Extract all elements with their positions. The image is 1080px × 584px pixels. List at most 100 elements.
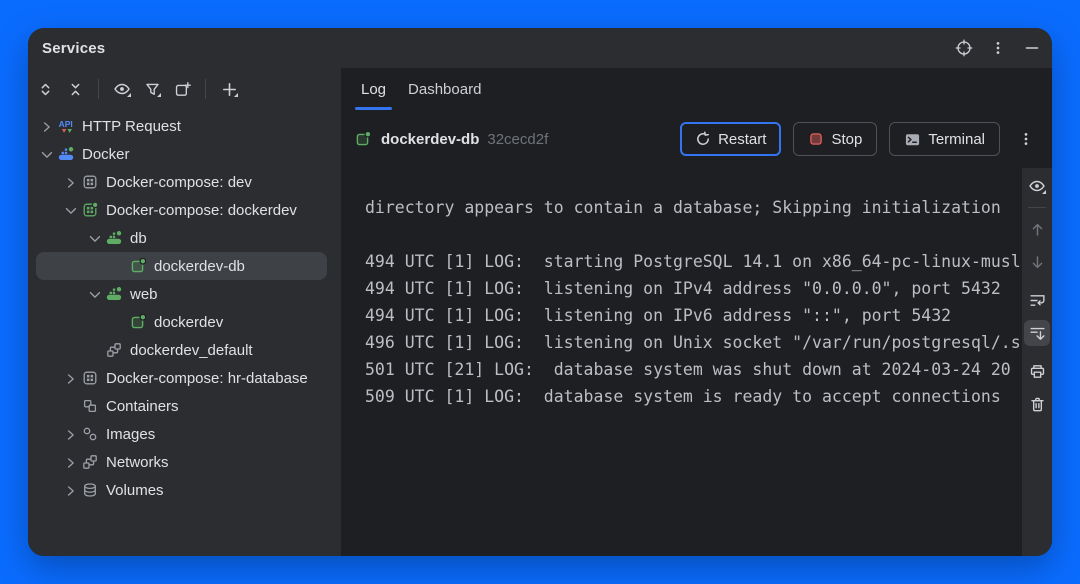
services-panel: API HTTP Request Docker Docker-compose: dev… xyxy=(28,68,341,556)
console-toolbar xyxy=(1022,168,1052,556)
tree-item-networks[interactable]: Networks xyxy=(36,448,327,476)
services-tree[interactable]: API HTTP Request Docker Docker-compose: dev… xyxy=(28,110,341,556)
target-button[interactable] xyxy=(950,34,978,62)
tree-item-label: Docker-compose: hr-database xyxy=(106,370,308,387)
detail-panel: LogDashboard dockerdev-db 32cecd2f Resta… xyxy=(341,68,1052,556)
tree-item-label: dockerdev_default xyxy=(130,342,253,359)
service-header: dockerdev-db 32cecd2f RestartStopTermina… xyxy=(341,110,1052,168)
tree-item-dockerdev-db[interactable]: dockerdev-db xyxy=(36,252,327,280)
container-running-icon xyxy=(128,256,148,276)
eye-icon xyxy=(113,80,131,98)
kebab-icon xyxy=(990,40,1006,56)
chevron-down-icon[interactable] xyxy=(36,144,56,164)
tab-log[interactable]: Log xyxy=(353,68,394,110)
log-line: 494 UTC [1] LOG: starting PostgreSQL 14.… xyxy=(365,248,1022,275)
titlebar-actions xyxy=(950,34,1046,62)
filter-button[interactable] xyxy=(139,76,165,102)
tree-item-label: db xyxy=(130,230,147,247)
terminal-button[interactable]: Terminal xyxy=(889,122,1000,156)
titlebar[interactable]: Services xyxy=(28,28,1052,68)
volumes-icon xyxy=(80,480,100,500)
tree-item-label: web xyxy=(130,286,158,303)
service-name: dockerdev-db xyxy=(381,131,479,148)
scroll-end-button[interactable] xyxy=(1024,320,1050,346)
log-line xyxy=(365,221,1022,248)
log-line: 494 UTC [1] LOG: listening on IPv4 addre… xyxy=(365,275,1022,302)
toolbar-separator xyxy=(1028,207,1046,208)
restart-icon xyxy=(695,131,711,147)
chevron-right-icon[interactable] xyxy=(60,452,80,472)
arrow-down-button[interactable] xyxy=(1024,249,1050,275)
restart-button[interactable]: Restart xyxy=(680,122,781,156)
tree-item-label: Networks xyxy=(106,454,169,471)
tree-item-dockerdev[interactable]: dockerdev xyxy=(36,308,327,336)
new-tab-button[interactable] xyxy=(169,76,195,102)
new-tab-icon xyxy=(174,81,191,98)
tab-dashboard[interactable]: Dashboard xyxy=(400,68,489,110)
container-running-icon xyxy=(353,129,373,149)
tree-item-docker-compose-dockerdev[interactable]: Docker-compose: dockerdev xyxy=(36,196,327,224)
service-more-options-button[interactable] xyxy=(1012,125,1040,153)
log-line: 501 UTC [21] LOG: database system was sh… xyxy=(365,356,1022,383)
add-button[interactable] xyxy=(216,76,242,102)
log-output[interactable]: directory appears to contain a database;… xyxy=(341,168,1022,556)
more-options-button[interactable] xyxy=(984,34,1012,62)
button-label: Stop xyxy=(831,131,862,148)
api-icon: API xyxy=(56,116,76,136)
tree-item-images[interactable]: Images xyxy=(36,420,327,448)
tree-item-db[interactable]: db xyxy=(36,224,327,252)
eye-button[interactable] xyxy=(1024,173,1050,199)
tree-item-label: Docker-compose: dev xyxy=(106,174,252,191)
window-title: Services xyxy=(42,40,105,57)
tree-item-label: Containers xyxy=(106,398,179,415)
svg-text:API: API xyxy=(58,119,72,129)
chevron-spacer xyxy=(108,256,128,276)
minimize-button[interactable] xyxy=(1018,34,1046,62)
tree-item-volumes[interactable]: Volumes xyxy=(36,476,327,504)
chevron-right-icon[interactable] xyxy=(60,424,80,444)
main-area: API HTTP Request Docker Docker-compose: dev… xyxy=(28,68,1052,556)
trash-button[interactable] xyxy=(1024,391,1050,417)
collapse-all-button[interactable] xyxy=(62,76,88,102)
chevron-right-icon[interactable] xyxy=(60,172,80,192)
tree-item-containers[interactable]: Containers xyxy=(36,392,327,420)
chevron-right-icon[interactable] xyxy=(60,368,80,388)
trash-icon xyxy=(1029,396,1046,413)
soft-wrap-button[interactable] xyxy=(1024,287,1050,313)
chevron-right-icon[interactable] xyxy=(36,116,56,136)
stop-button[interactable]: Stop xyxy=(793,122,877,156)
log-line: 509 UTC [1] LOG: database system is read… xyxy=(365,383,1022,410)
docker-icon xyxy=(56,144,76,164)
networks-icon xyxy=(80,452,100,472)
tree-item-docker-compose-hr-database[interactable]: Docker-compose: hr-database xyxy=(36,364,327,392)
chevron-right-icon[interactable] xyxy=(60,480,80,500)
tree-item-http-request[interactable]: API HTTP Request xyxy=(36,112,327,140)
arrow-up-button[interactable] xyxy=(1024,216,1050,242)
eye-icon xyxy=(1028,177,1046,195)
tree-item-dockerdev-default[interactable]: dockerdev_default xyxy=(36,336,327,364)
chevron-down-icon[interactable] xyxy=(60,200,80,220)
stop-icon xyxy=(808,131,824,147)
service-running-icon xyxy=(104,284,124,304)
collapse-all-icon xyxy=(67,81,84,98)
services-toolbar xyxy=(28,68,341,110)
expand-all-button[interactable] xyxy=(32,76,58,102)
tree-item-label: Images xyxy=(106,426,155,443)
chevron-down-icon[interactable] xyxy=(84,228,104,248)
tree-item-label: HTTP Request xyxy=(82,118,181,135)
chevron-spacer xyxy=(108,312,128,332)
chevron-down-icon[interactable] xyxy=(84,284,104,304)
minimize-icon xyxy=(1024,40,1040,56)
network-icon xyxy=(104,340,124,360)
tree-item-label: Docker-compose: dockerdev xyxy=(106,202,297,219)
log-content-row: directory appears to contain a database;… xyxy=(341,168,1052,556)
printer-icon xyxy=(1029,363,1046,380)
eye-button[interactable] xyxy=(109,76,135,102)
tree-item-label: Volumes xyxy=(106,482,164,499)
tree-item-docker[interactable]: Docker xyxy=(36,140,327,168)
tree-item-web[interactable]: web xyxy=(36,280,327,308)
printer-button[interactable] xyxy=(1024,358,1050,384)
tree-item-label: Docker xyxy=(82,146,130,163)
tree-item-docker-compose-dev[interactable]: Docker-compose: dev xyxy=(36,168,327,196)
scroll-end-icon xyxy=(1029,325,1046,342)
